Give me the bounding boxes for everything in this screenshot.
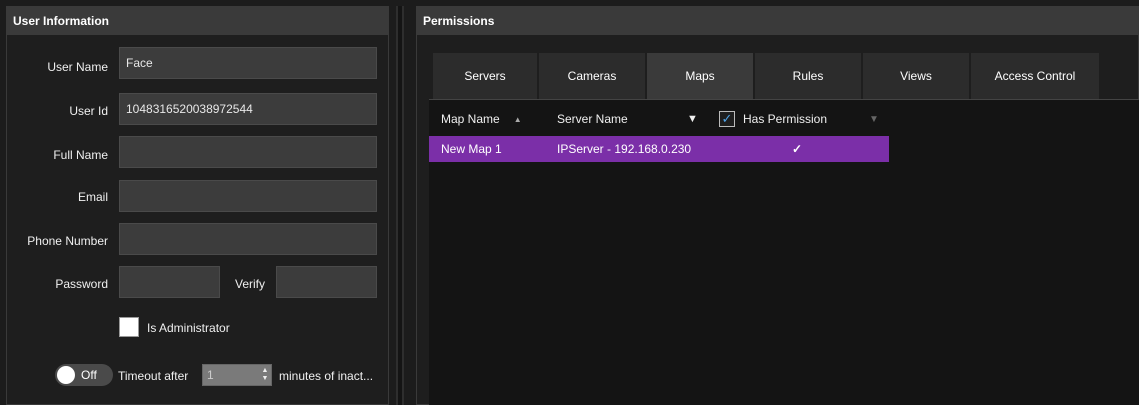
filter-icon[interactable]: ▼: [687, 113, 698, 125]
user-id-field[interactable]: 1048316520038972544: [119, 93, 377, 125]
permissions-tabs: Servers Cameras Maps Rules Views Access …: [433, 53, 1101, 99]
user-name-field[interactable]: Face: [119, 47, 377, 79]
timeout-stepper[interactable]: 1 ▲ ▼: [202, 364, 272, 386]
user-information-header: User Information: [7, 7, 388, 35]
password-field[interactable]: [119, 266, 220, 298]
password-label: Password: [55, 277, 108, 291]
has-permission-check-icon[interactable]: ✓: [792, 136, 802, 162]
tab-views[interactable]: Views: [863, 53, 971, 99]
column-header-map-name[interactable]: Map Name ▲: [441, 102, 551, 136]
panel-splitter[interactable]: [396, 6, 404, 405]
timeout-value: 1: [207, 368, 214, 382]
user-id-label: User Id: [69, 104, 108, 118]
is-administrator-checkbox[interactable]: [119, 317, 139, 337]
verify-label: Verify: [234, 277, 265, 291]
timeout-toggle[interactable]: Off: [55, 364, 113, 386]
email-label: Email: [77, 190, 108, 204]
verify-field[interactable]: [276, 266, 377, 298]
user-name-label: User Name: [47, 60, 108, 74]
select-all-checkbox[interactable]: ✓: [719, 111, 735, 127]
tab-rules[interactable]: Rules: [755, 53, 863, 99]
toggle-knob: [57, 366, 75, 384]
phone-number-label: Phone Number: [27, 234, 108, 248]
maps-permission-grid: Map Name ▲ Server Name ▼ ✓ Has Permissio…: [429, 99, 1139, 405]
toggle-state-label: Off: [81, 368, 97, 382]
permissions-panel: Permissions Servers Cameras Maps Rules V…: [416, 6, 1139, 405]
column-header-server-name[interactable]: Server Name ▼: [557, 102, 707, 136]
map-name-cell: New Map 1: [441, 142, 502, 156]
tab-cameras[interactable]: Cameras: [539, 53, 647, 99]
is-administrator-label: Is Administrator: [147, 321, 230, 335]
server-name-cell: IPServer - 192.168.0.230: [557, 142, 692, 156]
timeout-suffix-label: minutes of inact...: [279, 369, 374, 383]
map-name-header-label: Map Name: [441, 112, 500, 126]
has-permission-header-label: Has Permission: [743, 112, 828, 126]
tab-access-control[interactable]: Access Control: [971, 53, 1101, 99]
column-header-has-permission[interactable]: ✓ Has Permission ▼: [719, 102, 889, 136]
filter-icon[interactable]: ▼: [869, 114, 879, 125]
email-field[interactable]: [119, 180, 377, 212]
phone-number-field[interactable]: [119, 223, 377, 255]
full-name-label: Full Name: [53, 148, 108, 162]
table-row[interactable]: New Map 1 IPServer - 192.168.0.230 ✓: [429, 136, 889, 162]
timeout-prefix-label: Timeout after: [118, 369, 189, 383]
server-name-header-label: Server Name: [557, 112, 628, 126]
permissions-header: Permissions: [417, 7, 1138, 35]
stepper-arrows-icon[interactable]: ▲ ▼: [259, 367, 271, 383]
tab-maps[interactable]: Maps: [647, 53, 755, 99]
grid-header: Map Name ▲ Server Name ▼ ✓ Has Permissio…: [429, 102, 1139, 136]
tab-servers[interactable]: Servers: [433, 53, 539, 99]
sort-ascending-icon: ▲: [513, 114, 522, 124]
user-information-panel: User Information User Name Face User Id …: [6, 6, 389, 405]
full-name-field[interactable]: [119, 136, 377, 168]
